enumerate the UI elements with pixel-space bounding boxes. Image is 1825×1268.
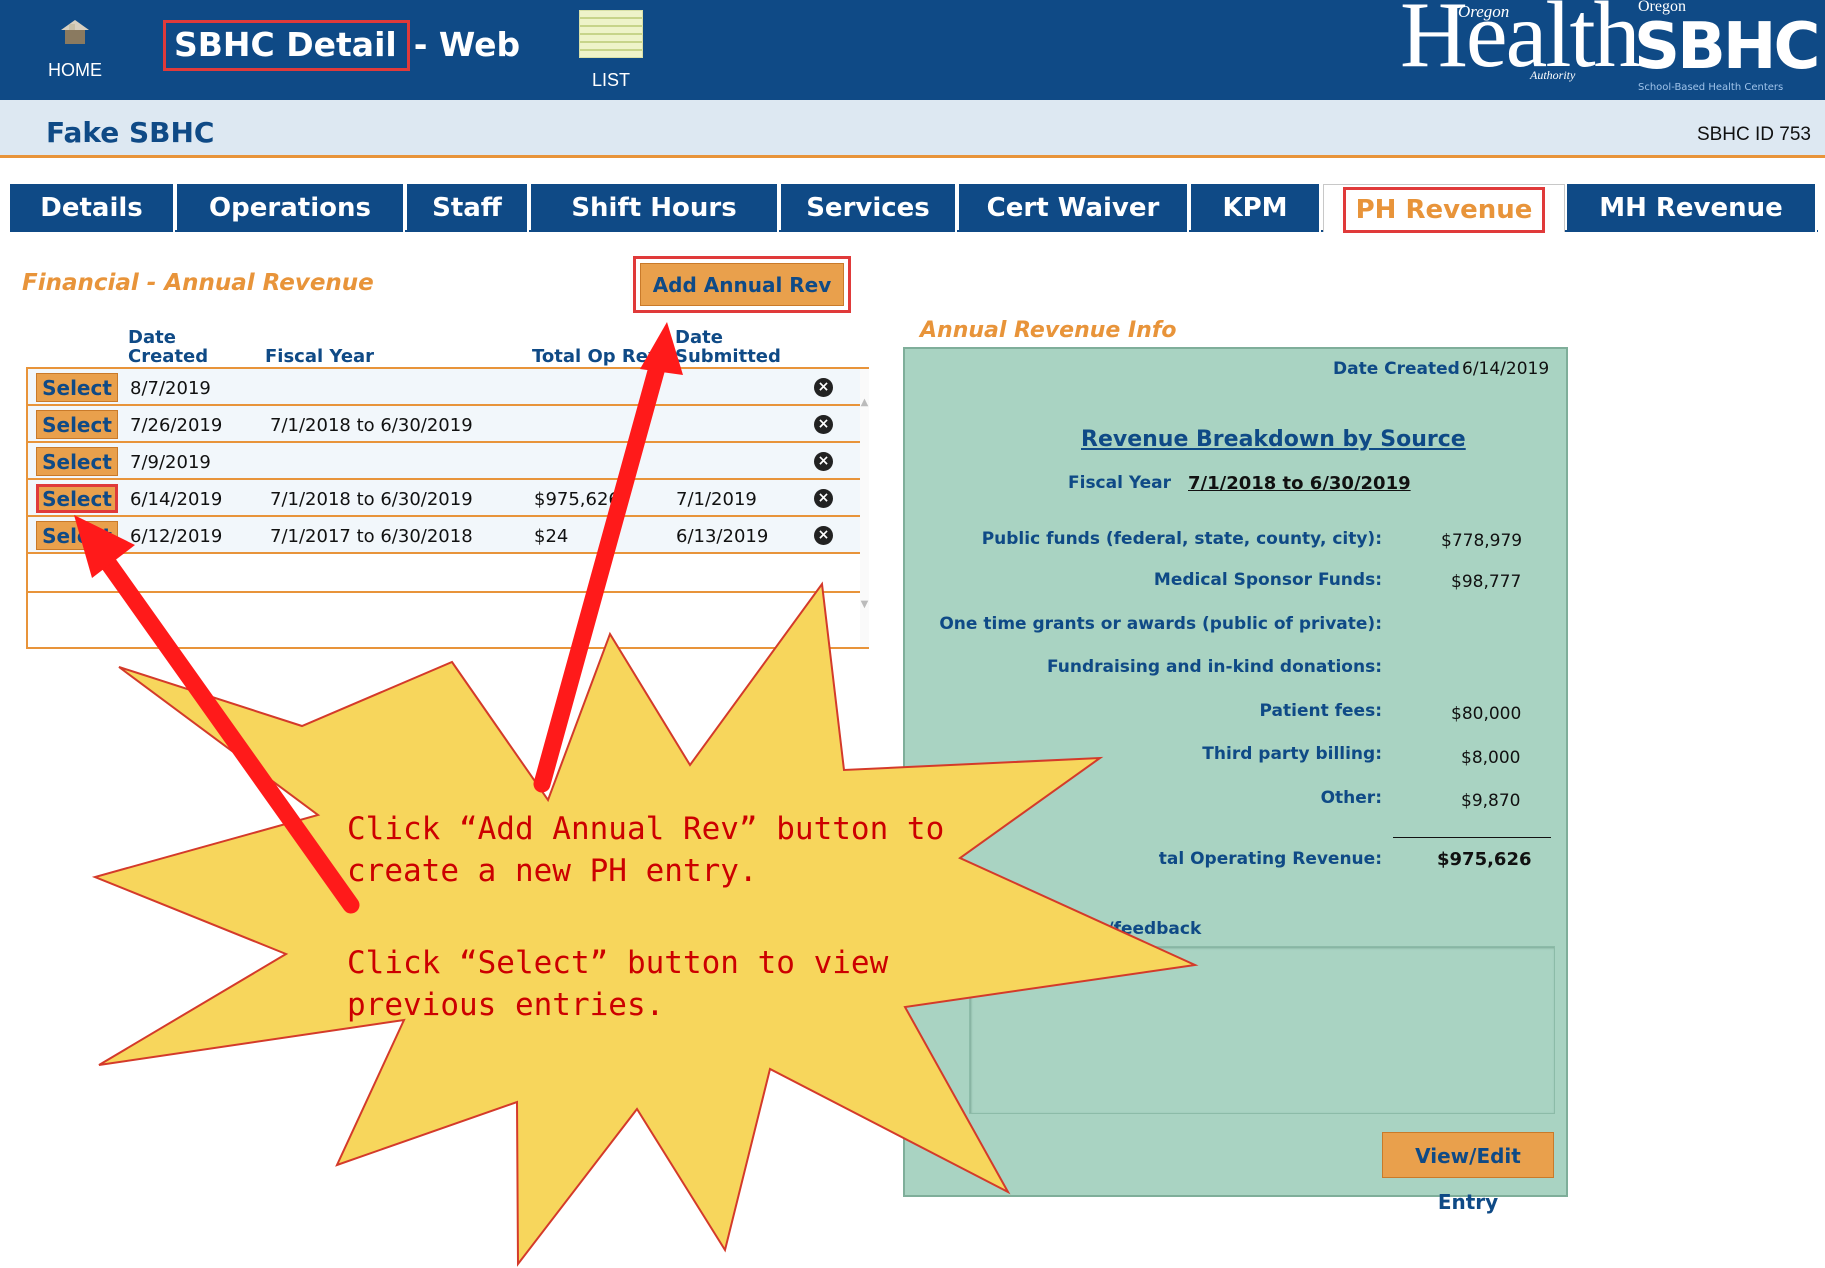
- select-button[interactable]: Select: [36, 410, 118, 439]
- patient-fees-label: Patient fees:: [1259, 701, 1382, 721]
- table-row: Select 7/26/2019 7/1/2018 to 6/30/2019 ×: [28, 406, 860, 443]
- tab-ph-revenue[interactable]: PH Revenue: [1323, 184, 1565, 233]
- top-bar: HOME SBHC Detail - Web LIST Health Oregon…: [0, 0, 1825, 100]
- revenue-breakdown-link[interactable]: Revenue Breakdown by Source: [1081, 427, 1466, 452]
- tab-cert-waiver[interactable]: Cert Waiver: [959, 184, 1189, 232]
- delete-icon[interactable]: ×: [814, 452, 833, 471]
- cell-fiscal-year: 7/1/2018 to 6/30/2019: [270, 489, 473, 510]
- cell-date-created: 6/12/2019: [130, 526, 223, 547]
- select-button[interactable]: Select: [36, 521, 118, 550]
- feedback-textarea[interactable]: [969, 946, 1555, 1114]
- oha-logo: Health Oregon Authority: [1400, 0, 1641, 87]
- annual-revenue-info-panel: Date Created 6/14/2019 Revenue Breakdown…: [903, 347, 1568, 1214]
- fiscal-year-label: Fiscal Year: [1068, 473, 1171, 493]
- home-icon: [61, 20, 89, 44]
- table-scrollbar[interactable]: ▲ ▼: [860, 369, 869, 647]
- list-button[interactable]: LIST: [575, 10, 647, 94]
- total-divider: [1393, 837, 1551, 838]
- view-edit-entry-button[interactable]: View/Edit Entry: [1382, 1132, 1554, 1214]
- cell-date-created: 7/9/2019: [130, 452, 211, 473]
- third-party-value: $8,000: [1461, 748, 1521, 768]
- tab-bar: Details Operations Staff Shift Hours Ser…: [10, 184, 1818, 233]
- tab-operations[interactable]: Operations: [177, 184, 405, 232]
- date-created-label: Date Created: [1333, 359, 1460, 379]
- public-funds-value: $778,979: [1441, 531, 1523, 551]
- col-date-created: Date Created: [128, 327, 209, 367]
- tab-services[interactable]: Services: [781, 184, 957, 232]
- cell-total: $975,626: [534, 489, 620, 510]
- patient-fees-value: $80,000: [1451, 704, 1522, 724]
- cell-fiscal-year: 7/1/2018 to 6/30/2019: [270, 415, 473, 436]
- other-value: $9,870: [1461, 791, 1521, 811]
- table-row: Select 6/14/2019 7/1/2018 to 6/30/2019 $…: [28, 480, 860, 517]
- cell-date-created: 8/7/2019: [130, 378, 211, 399]
- cell-date-created: 6/14/2019: [130, 489, 223, 510]
- delete-icon[interactable]: ×: [814, 415, 833, 434]
- site-id: SBHC ID 753: [1696, 124, 1811, 145]
- one-time-grants-label: One time grants or awards (public of pri…: [939, 614, 1382, 634]
- add-annual-rev-button[interactable]: Add Annual Rev: [633, 256, 851, 313]
- tab-details[interactable]: Details: [10, 184, 175, 232]
- total-operating-revenue-label: tal Operating Revenue:: [1158, 849, 1382, 869]
- select-button[interactable]: Select: [36, 447, 118, 476]
- home-label: HOME: [48, 60, 102, 80]
- cell-total: $24: [534, 526, 569, 547]
- revenue-table: Select 8/7/2019 × Select 7/26/2019 7/1/2…: [26, 367, 869, 649]
- select-button[interactable]: Select: [36, 373, 118, 402]
- site-name: Fake SBHC: [46, 116, 215, 149]
- scroll-down-icon[interactable]: ▼: [860, 599, 869, 613]
- tab-staff[interactable]: Staff: [407, 184, 529, 232]
- col-fiscal-year: Fiscal Year: [265, 346, 375, 367]
- tab-kpm[interactable]: KPM: [1191, 184, 1321, 232]
- section-title: Financial - Annual Revenue: [22, 270, 374, 296]
- tab-mh-revenue[interactable]: MH Revenue: [1567, 184, 1817, 232]
- table-divider: [28, 591, 860, 593]
- feedback-label: explanations/feedback: [984, 919, 1202, 939]
- list-label: LIST: [591, 70, 630, 90]
- table-row: Select 7/9/2019 ×: [28, 443, 860, 480]
- delete-icon[interactable]: ×: [814, 378, 833, 397]
- app-title-text: SBHC Detail: [163, 20, 410, 71]
- home-button[interactable]: HOME: [40, 16, 110, 94]
- add-annual-rev-label: Add Annual Rev: [640, 263, 844, 306]
- cell-date-created: 7/26/2019: [130, 415, 223, 436]
- callout-line-3: Click “Select” button to view: [347, 945, 889, 981]
- third-party-label: Third party billing:: [1202, 744, 1382, 764]
- cell-submitted: 7/1/2019: [676, 489, 757, 510]
- other-label: Other:: [1320, 788, 1382, 808]
- callout-line-2: create a new PH entry.: [347, 853, 758, 889]
- cell-fiscal-year: 7/1/2017 to 6/30/2018: [270, 526, 473, 547]
- site-header: Fake SBHC SBHC ID 753: [0, 100, 1825, 158]
- col-total-op-rev: Total Op Rev: [532, 346, 660, 367]
- col-date-submitted: Date Submitted: [675, 327, 781, 367]
- sbhc-logo: Oregon SBHC School-Based Health Centers: [1634, 0, 1820, 93]
- scroll-up-icon[interactable]: ▲: [860, 397, 869, 411]
- medical-sponsor-label: Medical Sponsor Funds:: [1153, 570, 1382, 590]
- public-funds-label: Public funds (federal, state, county, ci…: [981, 529, 1382, 549]
- delete-icon[interactable]: ×: [814, 526, 833, 545]
- medical-sponsor-value: $98,777: [1451, 572, 1522, 592]
- app-title-suffix: - Web: [413, 25, 521, 64]
- delete-icon[interactable]: ×: [814, 489, 833, 508]
- tab-shift-hours[interactable]: Shift Hours: [531, 184, 779, 232]
- date-created-value: 6/14/2019: [1462, 359, 1550, 379]
- table-row: Select 8/7/2019 ×: [28, 369, 860, 406]
- callout-line-4: previous entries.: [347, 987, 665, 1023]
- select-button[interactable]: Select: [36, 484, 118, 513]
- fundraising-label: Fundraising and in-kind donations:: [1046, 657, 1382, 677]
- fiscal-year-value: 7/1/2018 to 6/30/2019: [1188, 473, 1411, 494]
- app-title: SBHC Detail - Web: [163, 20, 520, 71]
- info-title: Annual Revenue Info: [920, 318, 1177, 343]
- table-row: Select 6/12/2019 7/1/2017 to 6/30/2018 $…: [28, 517, 860, 554]
- list-icon: [579, 10, 643, 58]
- total-operating-revenue-value: $975,626: [1437, 849, 1532, 870]
- callout-line-1: Click “Add Annual Rev” button to: [347, 811, 945, 847]
- cell-submitted: 6/13/2019: [676, 526, 769, 547]
